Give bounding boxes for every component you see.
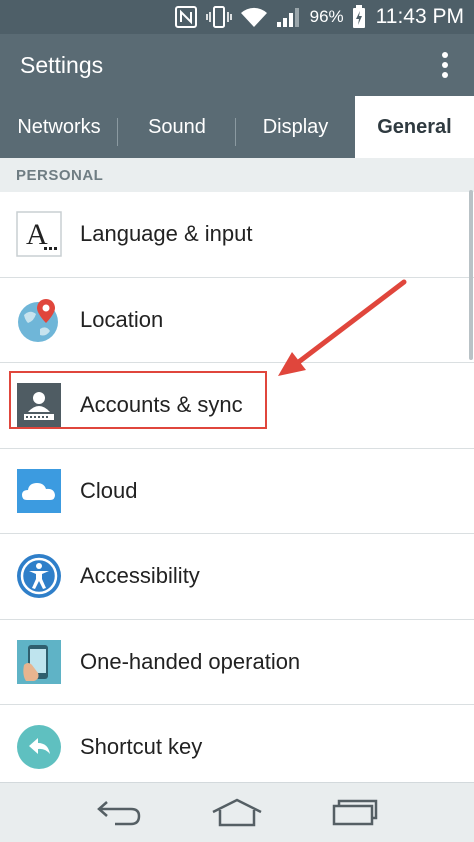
list-item-cloud[interactable]: Cloud <box>0 449 474 534</box>
list-item-accessibility[interactable]: Accessibility <box>0 534 474 620</box>
battery-charging-icon <box>352 5 365 28</box>
list-item-label: One-handed operation <box>80 648 301 674</box>
home-icon <box>212 798 262 826</box>
battery-percent: 96% <box>309 7 344 26</box>
language-input-icon: A <box>16 211 62 257</box>
list-item-accounts-sync[interactable]: Accounts & sync <box>0 363 474 449</box>
status-bar: 96% 11:43 PM <box>0 0 474 34</box>
accessibility-icon <box>17 554 61 599</box>
home-button[interactable] <box>209 793 265 833</box>
tab-sound[interactable]: Sound <box>118 96 236 158</box>
vibrate-icon <box>205 6 232 28</box>
tab-bar: Networks Sound Display General <box>0 96 474 158</box>
list-item-label: Location <box>80 306 164 332</box>
accounts-sync-icon <box>17 383 61 428</box>
list-item-label: Accounts & sync <box>80 392 243 418</box>
tab-display[interactable]: Display <box>236 96 355 158</box>
list-item-label: Language & input <box>80 221 253 247</box>
list-item-language-input[interactable]: A Language & input <box>0 192 474 278</box>
shortcut-key-icon <box>17 725 61 770</box>
section-header-personal: PERSONAL <box>0 158 474 192</box>
back-button[interactable] <box>91 793 147 833</box>
page-title: Settings <box>20 51 104 78</box>
status-time: 11:43 PM <box>375 5 464 28</box>
list-item-label: Accessibility <box>80 563 200 589</box>
overflow-menu-icon[interactable] <box>440 51 450 79</box>
recent-apps-icon <box>332 799 378 825</box>
app-bar: Settings <box>0 34 474 96</box>
nfc-icon <box>174 6 197 28</box>
list-item-label: Cloud <box>80 477 138 503</box>
recent-apps-button[interactable] <box>327 793 383 833</box>
tab-general[interactable]: General <box>355 96 474 158</box>
signal-icon <box>276 8 299 27</box>
tab-networks[interactable]: Networks <box>0 96 118 158</box>
list-item-one-handed[interactable]: One-handed operation <box>0 620 474 705</box>
svg-text:A: A <box>26 218 48 251</box>
list-item-label: Shortcut key <box>80 734 203 760</box>
navigation-bar <box>0 782 474 842</box>
settings-list: A Language & input Location Accounts & s… <box>0 192 474 791</box>
scroll-indicator <box>469 190 473 360</box>
back-icon <box>97 800 141 825</box>
location-globe-icon <box>18 298 58 342</box>
one-handed-icon <box>17 639 61 684</box>
cloud-icon <box>17 468 61 513</box>
wifi-icon <box>240 7 267 28</box>
list-item-location[interactable]: Location <box>0 278 474 363</box>
list-item-shortcut-key[interactable]: Shortcut key <box>0 705 474 791</box>
